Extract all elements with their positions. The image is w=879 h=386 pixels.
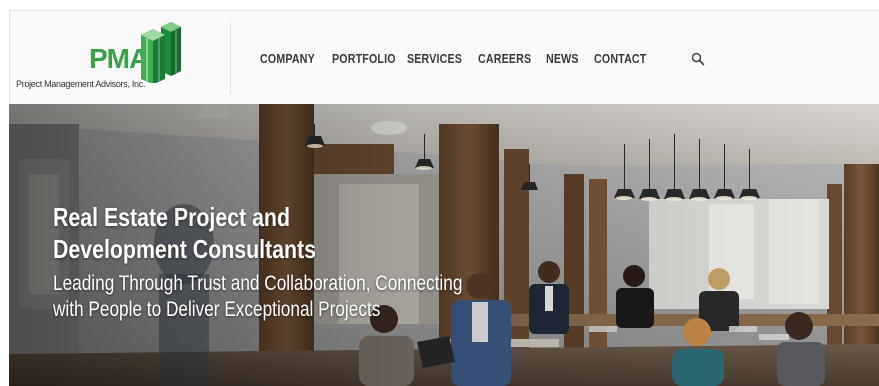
nav-item-portfolio[interactable]: PORTFOLIO bbox=[332, 51, 396, 66]
green-cube-columns-icon bbox=[141, 22, 181, 83]
top-edge bbox=[0, 0, 879, 10]
search-icon[interactable] bbox=[691, 52, 705, 66]
left-edge bbox=[0, 0, 9, 386]
nav-item-services[interactable]: SERVICES bbox=[407, 51, 462, 66]
nav-item-company[interactable]: COMPANY bbox=[260, 51, 315, 66]
logo-tagline: Project Management Advisors, Inc. bbox=[16, 79, 146, 89]
site-logo[interactable]: PMA Project Management Advisors, Inc. bbox=[10, 11, 230, 105]
hero-title-line-2: Development Consultants bbox=[53, 234, 316, 264]
page: PMA Project Management Advisors, Inc. CO… bbox=[0, 0, 879, 386]
hero-title: Real Estate Project and Development Cons… bbox=[53, 201, 462, 265]
site-header: PMA Project Management Advisors, Inc. CO… bbox=[9, 10, 879, 104]
nav-item-news[interactable]: NEWS bbox=[546, 51, 579, 66]
hero-subtitle-line-1: Leading Through Trust and Collaboration,… bbox=[53, 272, 463, 295]
hero-banner: Real Estate Project and Development Cons… bbox=[9, 104, 879, 386]
hero-title-line-1: Real Estate Project and bbox=[53, 202, 290, 232]
hero-subtitle: Leading Through Trust and Collaboration,… bbox=[53, 271, 462, 323]
nav-item-contact[interactable]: CONTACT bbox=[594, 51, 646, 66]
hero-text-block: Real Estate Project and Development Cons… bbox=[53, 201, 552, 323]
nav-item-careers[interactable]: CAREERS bbox=[478, 51, 531, 66]
header-divider bbox=[230, 23, 231, 95]
hero-subtitle-line-2: with People to Deliver Exceptional Proje… bbox=[53, 298, 381, 321]
